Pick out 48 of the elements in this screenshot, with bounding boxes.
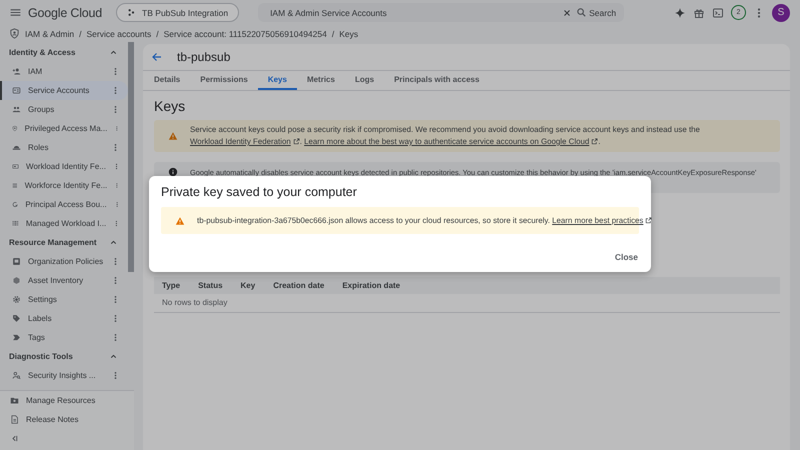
sidebar-item[interactable]: Workload Identity Fe... — [0, 157, 128, 176]
column-header: Creation date — [273, 281, 324, 290]
column-header: Status — [198, 281, 223, 290]
tab[interactable]: Principals with access — [384, 71, 490, 90]
sidebar-item[interactable]: Managed Workload I... — [0, 214, 128, 233]
avatar[interactable]: S — [772, 4, 790, 22]
section-title: Identity & Access — [9, 48, 76, 57]
breadcrumb-separator: / — [156, 28, 159, 38]
sidebar-item[interactable]: Privileged Access Ma... — [0, 119, 128, 138]
column-header: Type — [162, 281, 180, 290]
project-picker[interactable]: TB PubSub Integration — [116, 3, 240, 22]
breadcrumb-link[interactable]: Keys — [339, 28, 358, 38]
sidebar-item[interactable]: Settings — [0, 290, 128, 309]
tab[interactable]: Metrics — [296, 71, 345, 90]
tab[interactable]: Permissions — [190, 71, 258, 90]
section-title: Resource Management — [9, 238, 98, 247]
dialog-title: Private key saved to your computer — [161, 185, 358, 201]
breadcrumb-separator: / — [332, 28, 334, 38]
breadcrumb-separator: / — [79, 28, 82, 38]
close-button[interactable]: Close — [614, 248, 639, 266]
tab[interactable]: Details — [144, 71, 190, 90]
sidebar-item[interactable]: Groups — [0, 100, 128, 119]
empty-message: No rows to display — [154, 294, 780, 313]
section-heading: Keys — [154, 97, 186, 116]
section-title: Diagnostic Tools — [9, 352, 74, 361]
sidebar-item[interactable]: Tags — [0, 328, 128, 347]
sidebar-item[interactable]: Roles — [0, 138, 128, 157]
sidebar-item[interactable]: Labels — [0, 309, 128, 328]
breadcrumb-link[interactable]: IAM & Admin — [25, 28, 74, 38]
sidebar-item[interactable]: IAM — [0, 62, 128, 81]
search-field[interactable]: IAM & Admin Service Accounts Search — [258, 3, 624, 22]
page-title: tb-pubsub — [177, 50, 230, 64]
tab[interactable]: Keys — [258, 71, 297, 90]
sidebar-item[interactable]: Manage Resources — [0, 391, 134, 410]
sidebar-item[interactable]: Release Notes — [0, 410, 134, 429]
sidebar-item[interactable]: Workforce Identity Fe... — [0, 176, 128, 195]
sidebar-item[interactable]: Service Accounts — [0, 81, 128, 100]
sidebar-item[interactable]: Asset Inventory — [0, 271, 128, 290]
breadcrumb-link[interactable]: Service account: 111522075056910494254 — [164, 28, 327, 38]
sidebar-item[interactable]: Security Insights ... — [0, 366, 128, 385]
tab[interactable]: Logs — [344, 71, 384, 90]
column-header: Key — [240, 281, 256, 290]
column-header: Expiration date — [342, 281, 400, 290]
breadcrumb-link[interactable]: Service accounts — [86, 28, 152, 38]
sidebar-item[interactable]: Organization Policies — [0, 252, 128, 271]
sidebar-item[interactable]: Principal Access Bou... — [0, 195, 128, 214]
search-button[interactable]: Search — [572, 7, 624, 18]
logo-text: Google Cloud — [28, 6, 102, 20]
